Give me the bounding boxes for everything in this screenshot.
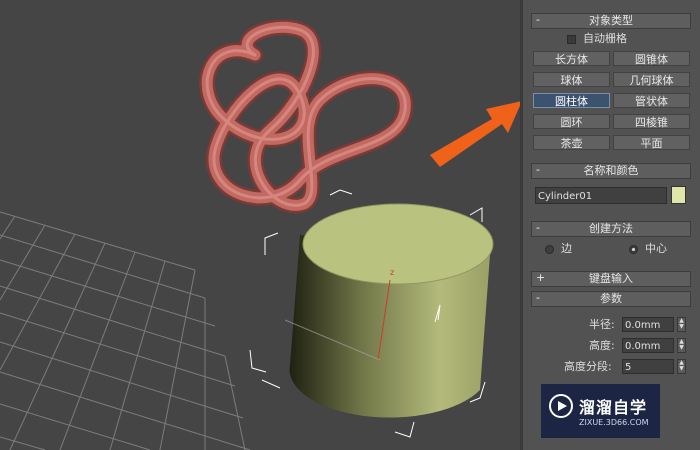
rollout-title: 键盘输入 — [589, 272, 633, 285]
radius-field[interactable]: 0.0mm — [622, 317, 674, 332]
center-radio[interactable] — [629, 245, 638, 254]
rollout-title: 对象类型 — [589, 14, 633, 27]
radius-spinner[interactable]: ▲ ▼ — [677, 317, 686, 332]
grid-line — [0, 211, 196, 271]
watermark-title: 溜溜自学 — [579, 398, 648, 417]
torus-button[interactable]: 圆环 — [533, 114, 610, 129]
height-label: 高度: — [589, 339, 615, 352]
perspective-viewport[interactable]: z — [0, 0, 520, 450]
grid-line — [109, 260, 166, 450]
height-segments-field[interactable]: 5 — [622, 359, 674, 374]
ground-grid — [0, 211, 251, 450]
collapse-sign: - — [536, 291, 540, 304]
grid-line — [0, 371, 251, 450]
grid-line — [0, 285, 226, 357]
orange-pointer-arrow-icon — [430, 101, 522, 167]
plane-button[interactable]: 平面 — [613, 135, 690, 150]
edge-radio[interactable] — [545, 245, 554, 254]
grid-line — [0, 259, 216, 327]
auto-grid-label: 自动栅格 — [583, 32, 627, 45]
rollout-keyboard-entry[interactable]: + 键盘输入 — [531, 271, 691, 287]
rollout-creation-method[interactable]: - 创建方法 — [531, 221, 691, 237]
geosphere-button[interactable]: 几何球体 — [613, 72, 690, 87]
sphere-button[interactable]: 球体 — [533, 72, 610, 87]
watermark-logo: 溜溜自学 ZIXUE.3D66.COM — [541, 384, 660, 438]
play-logo-icon — [549, 394, 573, 418]
height-field[interactable]: 0.0mm — [622, 338, 674, 353]
height-segments-spinner[interactable]: ▲ ▼ — [677, 359, 686, 374]
grid-line — [0, 215, 16, 240]
pyramid-button[interactable]: 四棱锥 — [613, 114, 690, 129]
grid-line — [0, 436, 46, 450]
rollout-parameters[interactable]: - 参数 — [531, 291, 691, 307]
expand-sign: + — [536, 271, 546, 284]
grid-line — [0, 233, 76, 371]
edge-label: 边 — [561, 242, 572, 255]
grid-line — [224, 355, 246, 450]
rollout-title: 创建方法 — [589, 222, 633, 235]
teapot-button[interactable]: 茶壶 — [533, 135, 610, 150]
tube-button[interactable]: 管状体 — [613, 93, 690, 108]
rollout-title: 参数 — [600, 292, 622, 305]
box-button[interactable]: 长方体 — [533, 51, 610, 66]
watermark-url: ZIXUE.3D66.COM — [579, 418, 649, 427]
command-panel: - 对象类型 自动栅格 长方体 圆锥体 球体 几何球体 圆柱体 管状体 圆环 四… — [520, 0, 700, 450]
grid-line — [0, 234, 206, 299]
collapse-sign: - — [536, 163, 540, 176]
height-segments-label: 高度分段: — [564, 360, 612, 373]
auto-grid-checkbox[interactable] — [567, 35, 576, 44]
rollout-title: 名称和颜色 — [583, 164, 639, 177]
object-name-field[interactable]: Cylinder01 — [535, 187, 667, 204]
rollout-object-type[interactable]: - 对象类型 — [531, 13, 691, 29]
cone-button[interactable]: 圆锥体 — [613, 51, 690, 66]
radius-label: 半径: — [589, 318, 615, 331]
collapse-sign: - — [536, 221, 540, 234]
viewport-scene: z — [0, 19, 494, 450]
grid-line — [0, 312, 236, 387]
object-color-swatch[interactable] — [671, 186, 686, 204]
height-spinner[interactable]: ▲ ▼ — [677, 338, 686, 353]
grid-line — [9, 242, 106, 450]
collapse-sign: - — [536, 13, 540, 26]
axis-label-z: z — [390, 268, 394, 277]
grid-line — [159, 269, 196, 450]
rollout-name-color[interactable]: - 名称和颜色 — [531, 163, 691, 179]
cylinder-object — [289, 203, 494, 418]
center-label: 中心 — [645, 242, 667, 255]
torus-knot — [199, 19, 414, 214]
cylinder-button[interactable]: 圆柱体 — [533, 93, 610, 108]
grid-line — [0, 341, 244, 419]
